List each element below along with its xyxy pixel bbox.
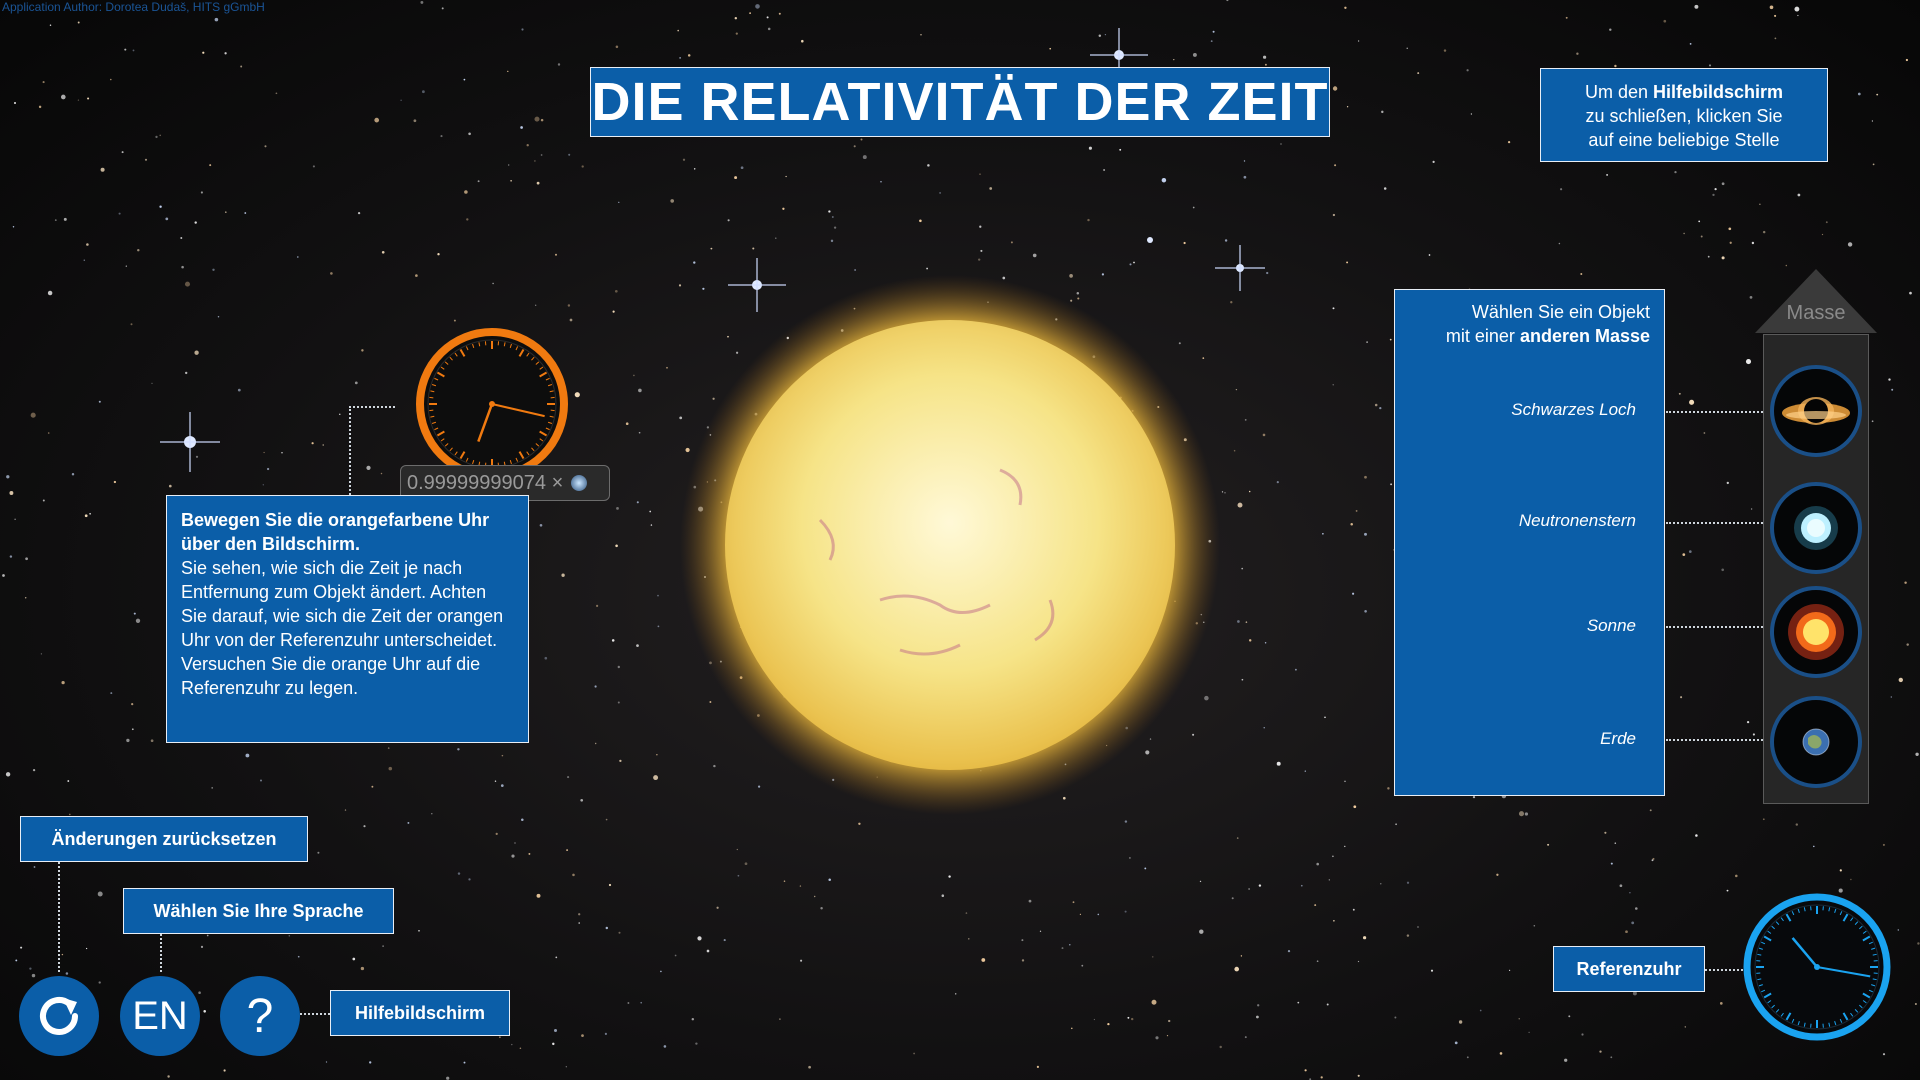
orange-clock[interactable] xyxy=(414,326,570,482)
reset-icon xyxy=(40,997,78,1035)
selection-heading: Wählen Sie ein Objekt xyxy=(1471,302,1650,322)
reference-clock xyxy=(1743,893,1891,1041)
black-hole-icon xyxy=(1782,397,1850,425)
object-selection-panel: Wählen Sie ein Objekt mit einer anderen … xyxy=(1394,289,1665,796)
help-close-line3: auf eine beliebige Stelle xyxy=(1588,130,1780,150)
sun-object xyxy=(725,320,1175,770)
black-hole-button[interactable] xyxy=(1770,365,1862,457)
instructions-heading: Bewegen Sie die orangefarbene Uhr über d… xyxy=(181,510,490,554)
selection-heading-bold: anderen Masse xyxy=(1519,326,1650,346)
object-label-sun: Sonne xyxy=(1586,616,1636,635)
connector-line xyxy=(300,1013,330,1015)
earth-icon xyxy=(1802,728,1830,756)
connector-line xyxy=(58,862,60,972)
mass-label: Masse xyxy=(1786,302,1846,324)
instructions-panel: Bewegen Sie die orangefarbene Uhr über d… xyxy=(166,495,529,743)
language-button[interactable]: EN xyxy=(120,976,200,1056)
connector-line xyxy=(349,406,395,408)
reset-button[interactable] xyxy=(19,976,99,1056)
page-title: DIE RELATIVITÄT DER ZEIT xyxy=(590,67,1330,137)
help-close-line2: zu schließen, klicken Sie xyxy=(1585,106,1783,126)
instructions-text: Sie sehen, wie sich die Zeit je nach Ent… xyxy=(181,558,504,698)
application-credit: Application Author: Dorotea Dudaš, HITS … xyxy=(2,0,265,14)
help-close-hint[interactable]: Um den Hilfebildschirm zu schließen, kli… xyxy=(1540,68,1828,162)
help-button[interactable]: ? xyxy=(220,976,300,1056)
connector-line xyxy=(1666,411,1763,413)
connector-line xyxy=(1666,739,1763,741)
connector-line xyxy=(1666,626,1763,628)
reference-clock-label: Referenzuhr xyxy=(1553,946,1705,992)
help-close-bold: Hilfebildschirm xyxy=(1653,82,1784,102)
connector-line xyxy=(1666,522,1763,524)
neutron-star-button[interactable] xyxy=(1770,482,1862,574)
object-label-neutron-star: Neutronenstern xyxy=(1518,511,1636,530)
help-close-text: Um den xyxy=(1584,82,1653,102)
neutron-star-icon xyxy=(1794,506,1838,550)
connector-line xyxy=(1705,969,1743,971)
object-label-black-hole: Schwarzes Loch xyxy=(1511,400,1636,419)
connector-line xyxy=(160,934,162,972)
language-label: Wählen Sie Ihre Sprache xyxy=(123,888,394,934)
sun-icon xyxy=(1788,604,1844,660)
time-factor-value: 0.99999999074 × xyxy=(407,471,564,494)
selection-heading-text: mit einer xyxy=(1445,326,1520,346)
connector-line xyxy=(349,406,351,495)
reset-label: Änderungen zurücksetzen xyxy=(20,816,308,862)
object-label-earth: Erde xyxy=(1600,729,1636,748)
help-label: Hilfebildschirm xyxy=(330,990,510,1036)
earth-button[interactable] xyxy=(1770,696,1862,788)
sun-button[interactable] xyxy=(1770,586,1862,678)
object-mini-icon xyxy=(571,475,588,491)
